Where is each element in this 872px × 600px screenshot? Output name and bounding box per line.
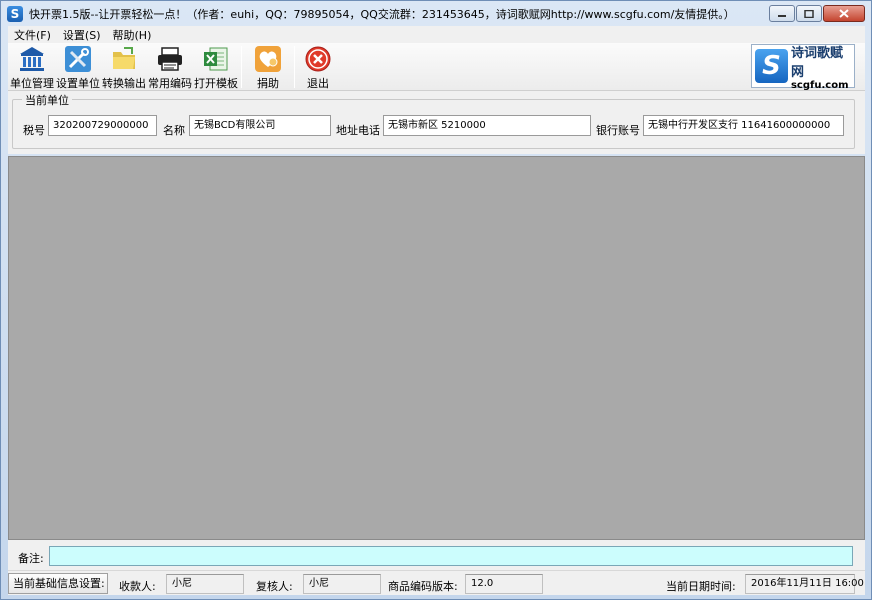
payee-label: 收款人: <box>119 580 156 593</box>
datetime-value: 2016年11月11日 16:00 <box>745 574 864 594</box>
address-phone-field[interactable]: 无锡市新区 5210000 <box>383 115 591 136</box>
title-bar[interactable]: S 快开票1.5版--让开票轻松一点！（作者：euhi，QQ：79895054，… <box>1 1 871 27</box>
unit-management-label: 单位管理 <box>10 77 54 90</box>
payee-value: 小尼 <box>166 574 244 594</box>
convert-output-button[interactable]: 转换输出 <box>102 43 146 91</box>
current-unit-legend: 当前单位 <box>22 92 72 108</box>
datetime-label: 当前日期时间: <box>666 580 736 593</box>
maximize-button[interactable] <box>796 5 822 22</box>
reviewer-value: 小尼 <box>303 574 381 594</box>
status-bar: 当前基础信息设置: 收款人: 小尼 复核人: 小尼 商品编码版本: 12.0 当… <box>8 570 865 595</box>
window-title: 快开票1.5版--让开票轻松一点！（作者：euhi，QQ：79895054，QQ… <box>29 8 735 21</box>
toolbar-separator <box>241 46 242 88</box>
minimize-button[interactable] <box>769 5 795 22</box>
bank-building-icon <box>20 47 44 71</box>
donate-label: 捐助 <box>257 77 279 90</box>
address-phone-label: 地址电话 <box>336 124 380 137</box>
notes-input[interactable] <box>49 546 853 566</box>
exit-icon <box>305 46 331 72</box>
tax-number-label: 税号 <box>23 124 45 137</box>
company-name-field[interactable]: 无锡BCD有限公司 <box>189 115 331 136</box>
common-codes-button[interactable]: 常用编码 <box>148 43 192 91</box>
folder-icon <box>113 47 135 69</box>
set-unit-button[interactable]: 设置单位 <box>56 43 100 91</box>
tools-icon <box>65 46 91 72</box>
toolbar-separator <box>294 46 295 88</box>
common-codes-label: 常用编码 <box>148 77 192 90</box>
tax-number-field[interactable]: 320200729000000 <box>48 115 157 136</box>
close-button[interactable] <box>823 5 865 22</box>
donate-button[interactable]: 捐助 <box>246 43 290 91</box>
printer-icon <box>158 47 182 71</box>
donate-heart-icon <box>255 46 281 72</box>
notes-label: 备注: <box>18 552 44 565</box>
current-unit-panel: 当前单位 税号 320200729000000 名称 无锡BCD有限公司 地址电… <box>8 91 865 154</box>
menu-bar: 文件(F) 设置(S) 帮助(H) <box>8 26 865 43</box>
unit-management-button[interactable]: 单位管理 <box>10 43 54 91</box>
basic-info-settings-button[interactable]: 当前基础信息设置: <box>8 573 108 594</box>
maximize-icon <box>804 9 814 18</box>
app-logo-icon: S <box>7 6 23 22</box>
minimize-icon <box>778 14 786 17</box>
app-window: S 快开票1.5版--让开票轻松一点！（作者：euhi，QQ：79895054，… <box>0 0 872 600</box>
invoice-workspace[interactable] <box>8 156 865 540</box>
logo-badge-icon: S <box>755 49 788 83</box>
open-template-button[interactable]: 打开模板 <box>194 43 238 91</box>
excel-icon <box>204 47 228 71</box>
toolbar: 单位管理 设置单位 转换输出 常用编码 打开模板 捐助 退出 S 诗词歌赋网 s… <box>8 43 865 91</box>
logo-text: 诗词歌赋网 scgfu.com <box>791 42 854 91</box>
close-icon <box>839 9 849 18</box>
notes-row: 备注: <box>8 540 865 570</box>
company-name-label: 名称 <box>163 124 185 137</box>
set-unit-label: 设置单位 <box>56 77 100 90</box>
code-version-value: 12.0 <box>465 574 543 594</box>
exit-button[interactable]: 退出 <box>298 43 338 91</box>
window-controls <box>768 5 865 22</box>
logo-url: scgfu.com <box>790 79 849 91</box>
current-unit-groupbox: 当前单位 税号 320200729000000 名称 无锡BCD有限公司 地址电… <box>12 92 855 149</box>
bank-account-field[interactable]: 无锡中行开发区支行 11641600000000 <box>643 115 844 136</box>
site-logo[interactable]: S 诗词歌赋网 scgfu.com <box>751 42 855 91</box>
reviewer-label: 复核人: <box>256 580 293 593</box>
convert-output-label: 转换输出 <box>102 77 146 90</box>
menu-settings[interactable]: 设置(S) <box>57 27 107 43</box>
code-version-label: 商品编码版本: <box>388 580 458 593</box>
logo-title: 诗词歌赋网 <box>790 45 843 80</box>
exit-label: 退出 <box>307 77 329 90</box>
menu-help[interactable]: 帮助(H) <box>107 27 158 43</box>
bank-account-label: 银行账号 <box>596 124 640 137</box>
menu-file[interactable]: 文件(F) <box>8 27 57 43</box>
open-template-label: 打开模板 <box>194 77 238 90</box>
